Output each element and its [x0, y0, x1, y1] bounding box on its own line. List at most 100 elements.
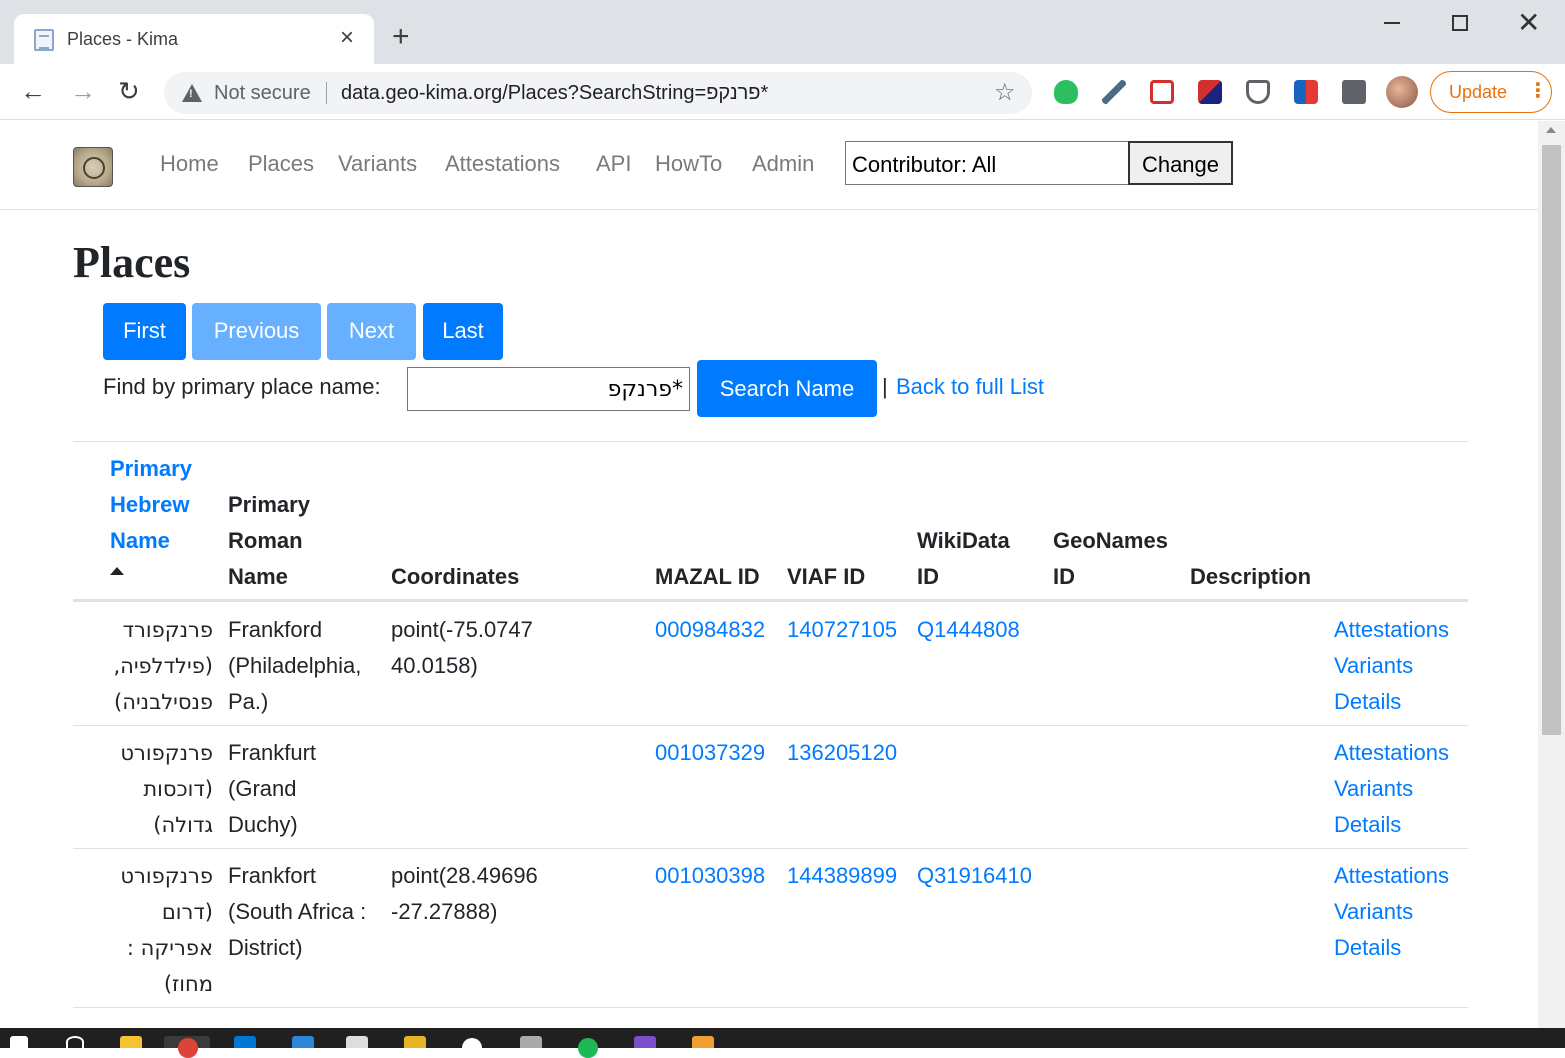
minimize-icon[interactable] — [1384, 22, 1400, 24]
nav-attestations[interactable]: Attestations — [445, 151, 560, 177]
windows-start-icon[interactable] — [10, 1036, 28, 1048]
hebrew-line: (פילדלפיה, — [113, 654, 213, 678]
video-extension-icon[interactable] — [1150, 80, 1174, 104]
flag-extension-icon[interactable] — [1198, 80, 1222, 104]
search-input[interactable]: פרנקפ* — [407, 367, 690, 411]
update-button[interactable]: Update ⋮ — [1430, 71, 1552, 113]
close-window-icon[interactable]: ✕ — [1517, 6, 1540, 40]
hebrew-line: פרנקפורט — [120, 741, 213, 765]
scrollbar-thumb[interactable] — [1542, 145, 1561, 735]
details-link[interactable]: Details — [1334, 807, 1449, 843]
notes-icon[interactable] — [404, 1036, 426, 1048]
previous-page-button[interactable]: Previous — [192, 303, 321, 360]
mazal-id-link[interactable]: 001037329 — [655, 735, 765, 771]
variants-link[interactable]: Variants — [1334, 648, 1449, 684]
url-text[interactable]: data.geo-kima.org/Places?SearchString=פר… — [341, 82, 768, 105]
extension-icon[interactable] — [1294, 80, 1318, 104]
app-icon[interactable] — [692, 1036, 714, 1048]
roman-line: (Philadelphia, — [228, 653, 362, 678]
nav-variants[interactable]: Variants — [338, 151, 417, 177]
hebrew-line: פרנקפורד — [122, 618, 213, 642]
back-arrow-icon[interactable]: ← — [20, 76, 46, 106]
puzzle-icon[interactable] — [1342, 80, 1366, 104]
hebrew-line: (דוכסות — [143, 777, 213, 801]
browser-tab[interactable]: Places - Kima × — [14, 14, 374, 64]
new-tab-button[interactable]: + — [392, 22, 410, 52]
hebrew-line: אפריקה : — [126, 936, 213, 960]
viaf-id-link[interactable]: 136205120 — [787, 735, 897, 771]
maximize-icon[interactable] — [1452, 15, 1468, 31]
roman-line: Frankfurt — [228, 740, 317, 765]
coord-line: -27.27888) — [391, 899, 498, 924]
scroll-up-icon[interactable] — [1546, 127, 1556, 133]
page-content: Home Places Variants Attestations API Ho… — [0, 121, 1538, 1028]
bookmark-star-icon[interactable]: ☆ — [994, 78, 1016, 107]
notepad-icon[interactable] — [346, 1036, 368, 1048]
change-button[interactable]: Change — [1128, 141, 1233, 185]
nav-howto[interactable]: HowTo — [655, 151, 722, 177]
details-link[interactable]: Details — [1334, 684, 1449, 720]
first-page-button[interactable]: First — [103, 303, 186, 360]
cell-actions: Attestations Variants Details — [1334, 612, 1449, 720]
pocket-icon[interactable] — [1246, 80, 1270, 104]
wikidata-id-link[interactable]: Q1444808 — [917, 612, 1020, 648]
address-bar[interactable]: Not secure data.geo-kima.org/Places?Sear… — [164, 72, 1032, 114]
header-geonames-line: GeoNames — [1053, 528, 1168, 553]
back-to-full-list-link[interactable]: Back to full List — [896, 374, 1044, 400]
search-name-button[interactable]: Search Name — [697, 360, 877, 417]
viaf-id-link[interactable]: 144389899 — [787, 858, 897, 894]
mail-icon[interactable] — [292, 1036, 314, 1048]
nav-admin[interactable]: Admin — [752, 151, 814, 177]
hebrew-line: פנסילבניה) — [114, 690, 213, 714]
header-wikidata-id: WikiData ID — [917, 523, 1010, 595]
header-roman-line: Roman — [228, 528, 303, 553]
wikidata-id-link[interactable]: Q31916410 — [917, 858, 1032, 894]
search-icon[interactable] — [66, 1036, 84, 1048]
close-tab-icon[interactable]: × — [340, 26, 354, 50]
variants-link[interactable]: Variants — [1334, 894, 1449, 930]
nav-api[interactable]: API — [596, 151, 631, 177]
site-navbar: Home Places Variants Attestations API Ho… — [0, 121, 1538, 210]
forward-arrow-icon[interactable]: → — [70, 76, 96, 106]
roman-line: District) — [228, 935, 303, 960]
mazal-id-link[interactable]: 001030398 — [655, 858, 765, 894]
details-link[interactable]: Details — [1334, 930, 1449, 966]
outlook-icon[interactable] — [234, 1036, 256, 1048]
row-divider — [73, 848, 1468, 849]
variants-link[interactable]: Variants — [1334, 771, 1449, 807]
kima-logo[interactable] — [73, 147, 113, 187]
page-scrollbar[interactable] — [1538, 121, 1565, 1028]
nav-places[interactable]: Places — [248, 151, 314, 177]
contributor-field[interactable]: Contributor: All — [845, 141, 1129, 185]
page-title: Places — [73, 238, 191, 287]
row-divider — [73, 1007, 1468, 1008]
mazal-id-link[interactable]: 000984832 — [655, 612, 765, 648]
avatar[interactable] — [1386, 76, 1418, 108]
security-label[interactable]: Not secure — [214, 82, 311, 105]
cell-actions: Attestations Variants Details — [1334, 735, 1449, 843]
eyedropper-icon[interactable] — [1102, 80, 1126, 104]
chrome-icon[interactable] — [178, 1038, 198, 1058]
cell-actions: Attestations Variants Details — [1334, 858, 1449, 966]
header-hebrew-name[interactable]: Primary Hebrew Name — [110, 451, 192, 559]
reload-icon[interactable]: ↻ — [118, 76, 140, 106]
settings-icon[interactable] — [520, 1036, 542, 1048]
visual-studio-icon[interactable] — [634, 1036, 656, 1048]
nav-home[interactable]: Home — [160, 151, 219, 177]
header-description: Description — [1190, 564, 1312, 589]
document-icon — [34, 29, 54, 51]
attestations-link[interactable]: Attestations — [1334, 735, 1449, 771]
spotify-icon[interactable] — [578, 1038, 598, 1058]
app-icon[interactable] — [462, 1038, 482, 1058]
hebrew-line: פרנקפורט — [120, 864, 213, 888]
file-explorer-icon[interactable] — [120, 1036, 142, 1048]
attestations-link[interactable]: Attestations — [1334, 612, 1449, 648]
attestations-link[interactable]: Attestations — [1334, 858, 1449, 894]
next-page-button[interactable]: Next — [327, 303, 416, 360]
last-page-button[interactable]: Last — [423, 303, 503, 360]
viaf-id-link[interactable]: 140727105 — [787, 612, 897, 648]
menu-dots-icon[interactable]: ⋮ — [1528, 78, 1548, 103]
header-roman-line: Primary — [228, 492, 310, 517]
evernote-icon[interactable] — [1054, 80, 1078, 104]
os-taskbar — [0, 1028, 1565, 1058]
